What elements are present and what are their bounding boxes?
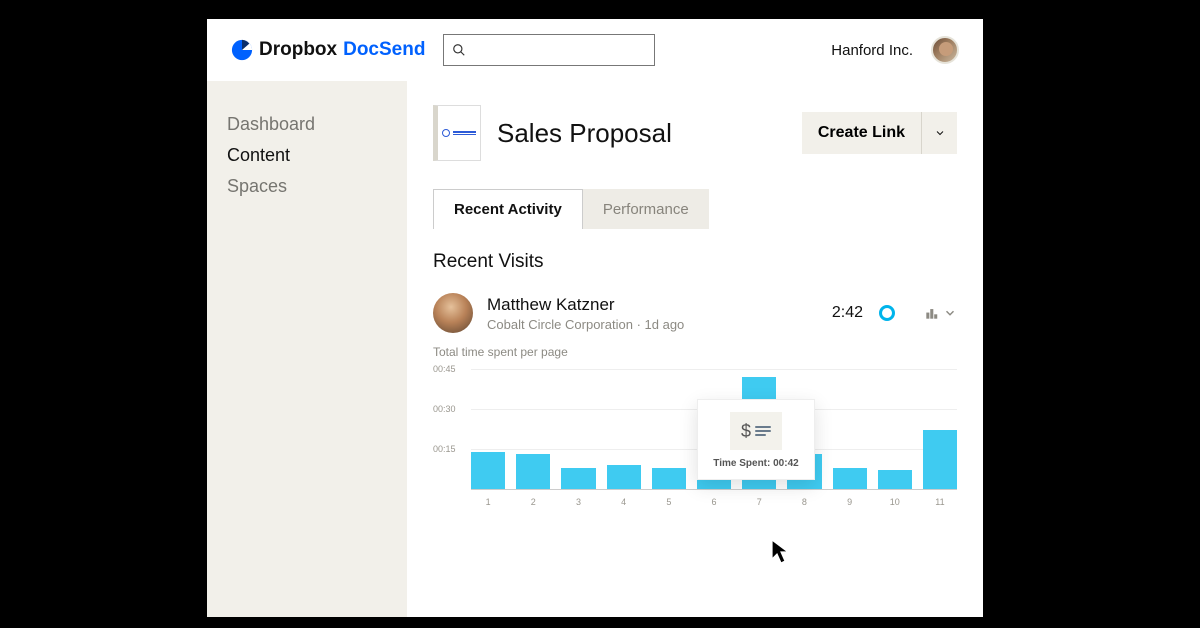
create-link-button[interactable]: Create Link (802, 112, 957, 154)
chart-x-tick: 4 (607, 497, 641, 507)
chart-x-tick: 6 (697, 497, 731, 507)
chart-bar[interactable] (471, 452, 505, 489)
main-content: Sales Proposal Create Link Recent Activi… (407, 81, 983, 617)
account-name[interactable]: Hanford Inc. (831, 42, 913, 59)
chart-caption: Total time spent per page (433, 345, 957, 359)
visit-status-indicator-icon (879, 305, 895, 321)
tooltip-label: Time Spent: 00:42 (713, 458, 798, 469)
sidebar-item-content[interactable]: Content (227, 140, 387, 171)
chart-tooltip: $ Time Spent: 00:42 (697, 399, 815, 480)
chart-x-tick: 9 (833, 497, 867, 507)
sidebar-item-spaces[interactable]: Spaces (227, 171, 387, 202)
chart-bar[interactable] (516, 454, 550, 489)
app-window: Dropbox DocSend Hanford Inc. Dashboard C… (207, 19, 983, 617)
visitor-info: Matthew Katzner Cobalt Circle Corporatio… (487, 295, 818, 332)
brand-name-main: Dropbox (259, 39, 337, 61)
header: Dropbox DocSend Hanford Inc. (207, 19, 983, 81)
chart-x-tick: 2 (516, 497, 550, 507)
dollar-icon: $ (741, 421, 751, 442)
chart-x-tick: 3 (561, 497, 595, 507)
chart-bar[interactable] (652, 468, 686, 489)
chart-y-tick: 00:15 (433, 444, 456, 454)
visitor-avatar (433, 293, 473, 333)
avatar[interactable] (931, 36, 959, 64)
visit-duration: 2:42 (832, 304, 863, 322)
chart-bar[interactable] (878, 470, 912, 489)
chevron-down-icon (943, 306, 957, 320)
sidebar-item-dashboard[interactable]: Dashboard (227, 109, 387, 140)
search-input[interactable] (443, 34, 655, 66)
create-link-dropdown[interactable] (921, 112, 957, 154)
document-thumbnail[interactable] (433, 105, 481, 161)
chart-x-tick: 5 (652, 497, 686, 507)
chart-x-tick: 7 (742, 497, 776, 507)
chart-bar[interactable] (923, 430, 957, 489)
visitor-subline: Cobalt Circle Corporation · 1d ago (487, 317, 818, 332)
chart-bar[interactable] (561, 468, 595, 489)
create-link-label: Create Link (802, 124, 921, 142)
chart-x-tick: 8 (787, 497, 821, 507)
tabs: Recent Activity Performance (433, 189, 957, 229)
section-title-recent-visits: Recent Visits (433, 251, 957, 273)
chart-bar[interactable] (607, 465, 641, 489)
tab-recent-activity[interactable]: Recent Activity (433, 189, 583, 229)
chart-y-tick: 00:30 (433, 404, 456, 414)
chart-x-tick: 11 (923, 497, 957, 507)
visitor-name: Matthew Katzner (487, 295, 818, 315)
dropbox-docsend-logo-icon (231, 39, 253, 61)
page-title: Sales Proposal (497, 118, 786, 149)
lines-icon (755, 424, 771, 438)
visit-row[interactable]: Matthew Katzner Cobalt Circle Corporatio… (433, 293, 957, 333)
page-preview-icon: $ (730, 412, 782, 450)
chart-x-tick: 10 (878, 497, 912, 507)
chevron-down-icon (934, 127, 946, 139)
visit-actions[interactable] (925, 306, 957, 320)
cursor-icon (771, 539, 791, 570)
brand-name-sub: DocSend (343, 39, 425, 61)
chart-x-axis: 1 2 3 4 5 6 7 8 9 10 11 (471, 497, 957, 507)
title-bar: Sales Proposal Create Link (433, 105, 957, 161)
chart-y-tick: 00:45 (433, 364, 456, 374)
chart-bar[interactable] (833, 468, 867, 489)
chart-y-axis: 00:4500:3000:15 (433, 369, 469, 489)
sidebar: Dashboard Content Spaces (207, 81, 407, 617)
search-icon (452, 43, 466, 57)
chart-x-tick: 1 (471, 497, 505, 507)
brand-logo[interactable]: Dropbox DocSend (231, 39, 425, 61)
bar-chart-icon (925, 306, 939, 320)
chart: 00:4500:3000:15 1234567891011 (433, 369, 957, 539)
tab-performance[interactable]: Performance (583, 189, 709, 229)
